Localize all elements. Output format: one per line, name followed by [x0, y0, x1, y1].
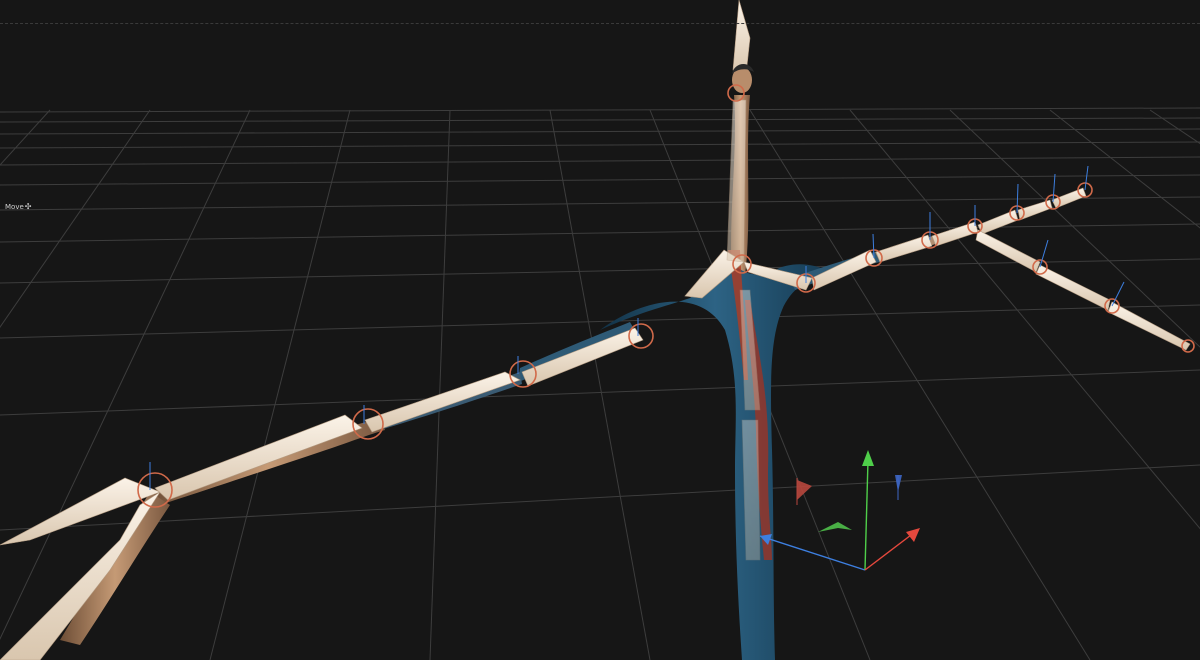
- bone-forearm: [154, 414, 363, 501]
- bone-finger-right-1: [977, 209, 1019, 235]
- bone-finger-right-lower-2: [1035, 264, 1111, 311]
- transform-gizmo-icon[interactable]: [759, 450, 920, 571]
- gizmo-x-axis: [864, 531, 916, 571]
- bone-wrist-right: [931, 221, 979, 247]
- bone-upper-arm: [364, 371, 521, 433]
- bone-spine: [726, 99, 747, 263]
- active-tool-name: Move: [5, 203, 24, 211]
- bone-shoulder-left: [521, 327, 644, 387]
- gizmo-z-axis: [759, 535, 866, 571]
- gizmo-plane-xz: [818, 522, 852, 532]
- active-tool-label: Move✣: [5, 202, 31, 212]
- 3d-viewport[interactable]: Move✣: [0, 0, 1200, 660]
- ground-grid: [0, 107, 1200, 660]
- gizmo-y-axis: [864, 459, 869, 571]
- viewport-scene[interactable]: [0, 0, 1200, 660]
- bone-forearm-right: [875, 234, 933, 263]
- viewport-top-divider: [0, 23, 1200, 24]
- move-arrows-icon: ✣: [24, 202, 32, 211]
- cloth-mesh[interactable]: [600, 250, 830, 660]
- head-bone[interactable]: [732, 0, 751, 76]
- bone-finger-right-lower-1: [975, 229, 1041, 273]
- bone-finger-right-3: [1051, 187, 1087, 209]
